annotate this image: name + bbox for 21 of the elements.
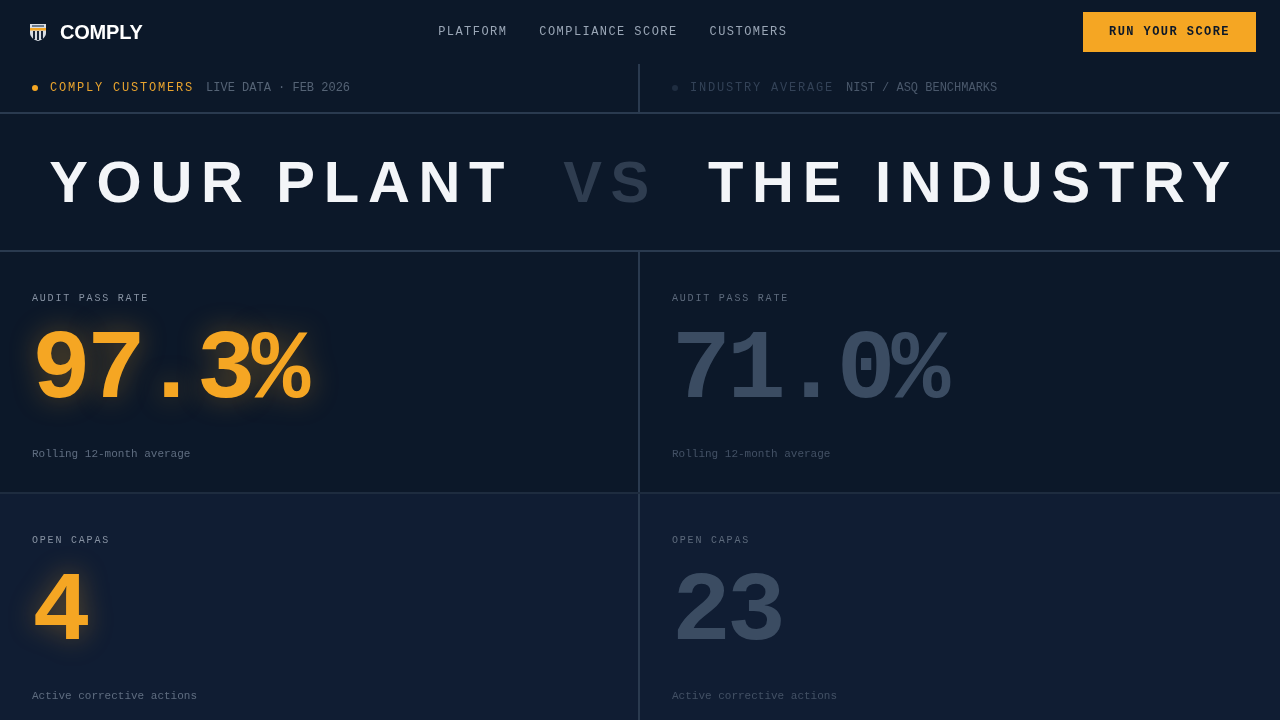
metric-note: Active corrective actions [32, 689, 198, 703]
metric-label: AUDIT PASS RATE [32, 293, 149, 305]
nav-link[interactable]: COMPLIANCE SCORE [539, 23, 678, 41]
headline-text: YOUR PLANT [49, 153, 514, 211]
column-label: COMPLY CUSTOMERS [50, 80, 195, 97]
metric-value: 4 [32, 565, 87, 661]
shield-logo-icon [29, 22, 47, 42]
headline-text: THE INDUSTRY [707, 153, 1239, 211]
logo-text[interactable]: COMPLY [60, 17, 143, 47]
metric-note: Rolling 12-month average [32, 447, 191, 461]
metric-value: 97.3% [32, 323, 307, 419]
metric-value: 71.0% [672, 323, 947, 419]
metric-label: AUDIT PASS RATE [672, 293, 789, 305]
metric-label: OPEN CAPAS [32, 535, 110, 547]
run-score-button[interactable]: RUN YOUR SCORE [1083, 12, 1256, 52]
data-source-label: NIST / ASQ BENCHMARKS [846, 80, 998, 97]
nav-link[interactable]: CUSTOMERS [709, 23, 788, 41]
nav-link[interactable]: PLATFORM [438, 23, 508, 41]
data-source-label: LIVE DATA · FEB 2026 [206, 80, 351, 97]
metric-note: Rolling 12-month average [672, 447, 831, 461]
metric-label: OPEN CAPAS [672, 535, 750, 547]
